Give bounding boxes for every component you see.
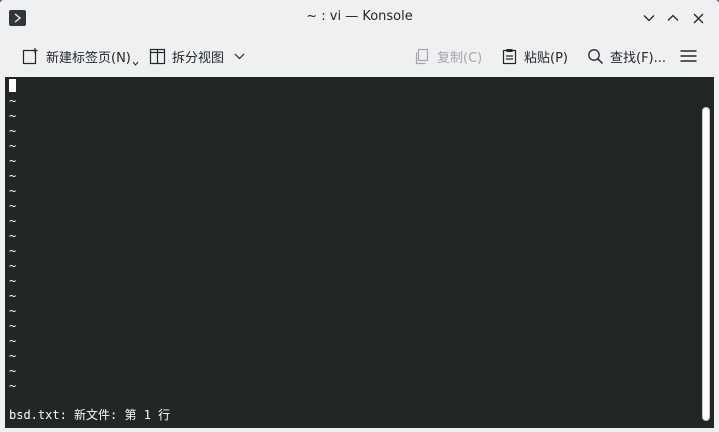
copy-icon bbox=[415, 48, 429, 64]
tilde-line: ~ bbox=[9, 139, 17, 153]
cursor-line bbox=[9, 79, 16, 94]
paste-icon bbox=[502, 48, 517, 64]
tilde-line: ~ bbox=[9, 199, 17, 213]
text-cursor bbox=[9, 79, 16, 92]
chevron-down-icon bbox=[643, 15, 655, 22]
split-view-button[interactable]: 拆分视图 bbox=[149, 43, 245, 69]
tilde-line: ~ bbox=[9, 124, 17, 138]
copy-button[interactable]: 复制(C) bbox=[414, 43, 482, 69]
minimize-button[interactable] bbox=[641, 10, 657, 26]
tilde-line: ~ bbox=[9, 214, 17, 228]
close-button[interactable] bbox=[690, 10, 706, 26]
copy-label: 复制(C) bbox=[437, 50, 483, 66]
chevron-up-icon bbox=[667, 14, 679, 21]
tilde-line: ~ bbox=[9, 259, 17, 273]
find-button[interactable]: 查找(F)... bbox=[587, 43, 666, 69]
tilde-line: ~ bbox=[9, 154, 17, 168]
main-menu-button[interactable] bbox=[680, 43, 697, 69]
tilde-line: ~ bbox=[9, 244, 17, 258]
close-icon bbox=[693, 13, 703, 23]
split-view-label: 拆分视图 bbox=[172, 50, 225, 66]
hamburger-menu-icon bbox=[680, 50, 697, 62]
tilde-line: ~ bbox=[9, 379, 17, 393]
tilde-line: ~ bbox=[9, 184, 17, 198]
maximize-button[interactable] bbox=[665, 10, 681, 26]
paste-label: 粘贴(P) bbox=[524, 50, 568, 66]
search-icon bbox=[588, 48, 604, 64]
split-view-icon bbox=[149, 48, 166, 64]
new-tab-label: 新建标签页(N) bbox=[46, 50, 131, 66]
tilde-line: ~ bbox=[9, 109, 17, 123]
tilde-line: ~ bbox=[9, 304, 17, 318]
dropdown-arrow-icon bbox=[132, 61, 139, 66]
tilde-line: ~ bbox=[9, 289, 17, 303]
vi-status-line: bsd.txt: 新文件: 第 1 行 bbox=[9, 408, 171, 422]
new-tab-button[interactable]: 新建标签页(N) bbox=[22, 43, 139, 69]
tilde-line: ~ bbox=[9, 334, 17, 348]
paste-button[interactable]: 粘贴(P) bbox=[501, 43, 568, 69]
tilde-line: ~ bbox=[9, 169, 17, 183]
scrollbar[interactable] bbox=[702, 107, 710, 421]
tilde-line: ~ bbox=[9, 229, 17, 243]
chevron-down-icon bbox=[234, 53, 245, 59]
tilde-line: ~ bbox=[9, 319, 17, 333]
title-bar[interactable]: ~ : vi — Konsole bbox=[0, 0, 719, 36]
tilde-line: ~ bbox=[9, 364, 17, 378]
new-tab-icon bbox=[22, 48, 38, 65]
konsole-window: ~ : vi — Konsole 新建标签页(N) 拆分视图 复制(C) 粘贴(… bbox=[0, 0, 719, 432]
terminal-area[interactable]: ~ ~ ~ ~ ~ ~ ~ ~ ~ ~ ~ ~ ~ ~ ~ ~ ~ ~ ~ ~ bsd.txt: 新文件: 第 1 行 bbox=[5, 77, 714, 428]
tilde-line: ~ bbox=[9, 274, 17, 288]
toolbar: 新建标签页(N) 拆分视图 复制(C) 粘贴(P) 查找(F)... bbox=[0, 36, 719, 76]
terminal-lines: ~ ~ ~ ~ ~ ~ ~ ~ ~ ~ ~ ~ ~ ~ ~ ~ ~ ~ ~ ~ bbox=[9, 79, 16, 394]
window-title: ~ : vi — Konsole bbox=[306, 9, 413, 24]
find-label: 查找(F)... bbox=[610, 50, 667, 66]
tilde-line: ~ bbox=[9, 94, 17, 108]
tilde-line: ~ bbox=[9, 349, 17, 363]
